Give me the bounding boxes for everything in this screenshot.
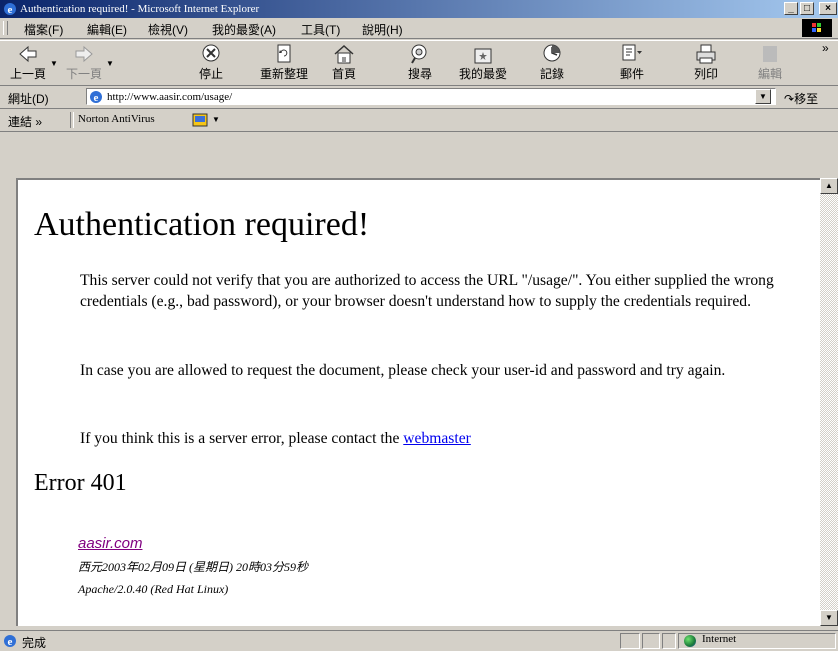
- stop-icon: [202, 44, 220, 62]
- history-label: 記錄: [539, 67, 564, 81]
- forward-button[interactable]: 下一頁: [64, 43, 104, 82]
- address-dropdown-button[interactable]: ▼: [755, 89, 771, 104]
- maximize-button[interactable]: □: [800, 2, 814, 15]
- close-button[interactable]: ×: [819, 2, 837, 15]
- windows-throbber-icon: [802, 19, 832, 37]
- history-button[interactable]: 記錄: [538, 43, 566, 82]
- back-arrow-icon: [19, 45, 37, 63]
- edit-label: 編輯: [757, 67, 782, 81]
- menu-file[interactable]: 檔案(F): [24, 21, 63, 38]
- edit-button[interactable]: 編輯: [756, 43, 784, 82]
- back-label: 上一頁: [9, 67, 46, 81]
- page-content: Authentication required! This server cou…: [16, 178, 820, 626]
- svg-text:e: e: [8, 636, 13, 648]
- ie-logo-icon: e: [4, 3, 16, 16]
- vertical-scrollbar[interactable]: ▲ ▼: [820, 178, 838, 626]
- page-heading: Authentication required!: [34, 206, 370, 243]
- search-label: 搜尋: [407, 67, 432, 81]
- links-separator: [70, 112, 74, 128]
- menu-help[interactable]: 說明(H): [362, 21, 403, 38]
- browser-window: e Authentication required! - Microsoft I…: [0, 0, 838, 650]
- home-icon: [334, 44, 354, 64]
- stop-button[interactable]: 停止: [194, 43, 228, 82]
- print-icon: [696, 44, 716, 64]
- print-button[interactable]: 列印: [692, 43, 720, 82]
- title-bar: e Authentication required! - Microsoft I…: [0, 0, 838, 18]
- menu-grip: [3, 21, 8, 35]
- menu-tools[interactable]: 工具(T): [301, 21, 340, 38]
- status-text: 完成: [22, 636, 47, 650]
- status-cell-1: [620, 633, 640, 649]
- toolbar-overflow-chevron[interactable]: »: [822, 41, 829, 55]
- scroll-up-button[interactable]: ▲: [820, 178, 838, 194]
- forward-label: 下一頁: [65, 67, 102, 81]
- refresh-icon: [277, 44, 291, 63]
- paragraph-contact: If you think this is a server error, ple…: [80, 428, 808, 449]
- menu-edit[interactable]: 編輯(E): [87, 21, 127, 38]
- address-field-container: e ▼: [86, 88, 776, 105]
- back-dropdown-icon[interactable]: ▼: [50, 59, 58, 68]
- mail-label: 郵件: [619, 67, 644, 81]
- mail-button[interactable]: 郵件: [612, 43, 652, 82]
- server-timestamp: 西元2003年02月09日 (星期日) 20時03分59秒: [78, 560, 308, 574]
- norton-dropdown-icon[interactable]: ▼: [212, 115, 220, 124]
- search-icon: [411, 44, 427, 64]
- edit-icon: [763, 46, 777, 62]
- zone-label: Internet: [702, 633, 737, 645]
- norton-antivirus-link[interactable]: Norton AntiVirus: [78, 113, 155, 125]
- menu-bar: 檔案(F) 編輯(E) 檢視(V) 我的最愛(A) 工具(T) 說明(H): [0, 18, 838, 39]
- refresh-label: 重新整理: [259, 67, 308, 81]
- refresh-button[interactable]: 重新整理: [258, 43, 310, 82]
- minimize-button[interactable]: _: [784, 2, 798, 15]
- links-bar: 連結 » Norton AntiVirus ▼: [0, 109, 838, 132]
- links-label[interactable]: 連結 »: [8, 113, 42, 130]
- go-label: 移至: [794, 92, 819, 106]
- address-label: 網址(D): [8, 92, 49, 106]
- scroll-down-button[interactable]: ▼: [820, 610, 838, 626]
- stop-label: 停止: [198, 67, 223, 81]
- go-arrow-icon: ↷: [784, 92, 795, 106]
- mail-icon: [622, 44, 642, 61]
- menu-favorites[interactable]: 我的最愛(A): [212, 21, 276, 38]
- print-label: 列印: [693, 67, 718, 81]
- status-cell-2: [642, 633, 660, 649]
- error-heading: Error 401: [34, 470, 127, 496]
- svg-text:e: e: [94, 92, 99, 104]
- status-bar: e 完成 Internet: [0, 630, 838, 651]
- forward-arrow-icon: [75, 45, 93, 63]
- page-ie-icon: e: [90, 91, 102, 104]
- site-link[interactable]: aasir.com: [78, 535, 142, 552]
- status-ie-icon: e: [4, 635, 16, 648]
- webmaster-link[interactable]: webmaster: [403, 430, 471, 447]
- history-icon: [543, 44, 561, 62]
- address-bar: 網址(D) e ▼ ↷移至: [0, 86, 838, 109]
- standard-toolbar: 上一頁 ▼ 下一頁 ▼ 停止 重新整理 首頁 搜尋 我的最愛 記錄 郵件 列印 …: [0, 40, 838, 86]
- window-title: Authentication required! - Microsoft Int…: [20, 3, 260, 15]
- favorites-label: 我的最愛: [458, 67, 507, 81]
- back-button[interactable]: 上一頁: [8, 43, 48, 82]
- internet-zone-icon: [684, 635, 696, 647]
- home-label: 首頁: [331, 67, 356, 81]
- go-button[interactable]: ↷移至: [784, 90, 818, 107]
- svg-text:e: e: [8, 4, 13, 16]
- forward-dropdown-icon[interactable]: ▼: [106, 59, 114, 68]
- status-cell-3: [662, 633, 676, 649]
- home-button[interactable]: 首頁: [330, 43, 358, 82]
- contact-text: If you think this is a server error, ple…: [80, 430, 404, 447]
- norton-icon[interactable]: [192, 113, 208, 127]
- address-input[interactable]: [107, 89, 747, 104]
- search-button[interactable]: 搜尋: [406, 43, 434, 82]
- favorites-icon: [474, 48, 492, 64]
- favorites-button[interactable]: 我的最愛: [457, 43, 509, 82]
- paragraph-retry: In case you are allowed to request the d…: [80, 362, 726, 379]
- menu-view[interactable]: 檢視(V): [148, 21, 188, 38]
- paragraph-auth-failure: This server could not verify that you ar…: [80, 272, 774, 310]
- server-signature: Apache/2.0.40 (Red Hat Linux): [78, 582, 229, 596]
